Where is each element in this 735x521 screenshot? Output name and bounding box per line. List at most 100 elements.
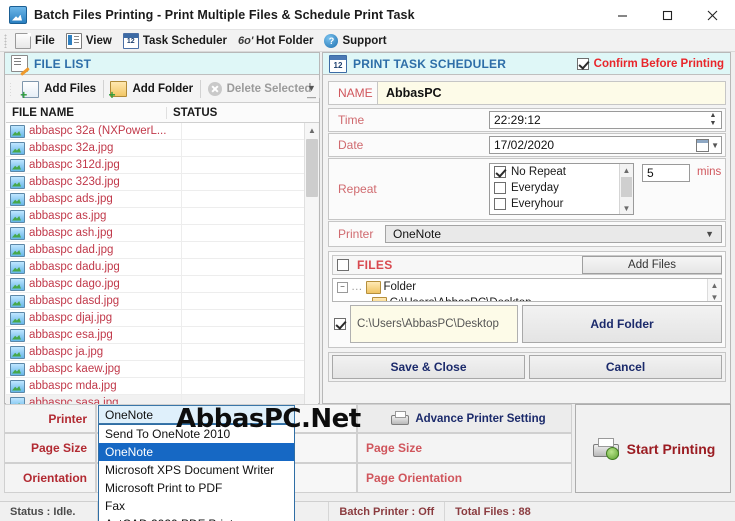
table-row[interactable]: abbaspc 32a.jpg — [6, 139, 305, 157]
table-row[interactable]: abbaspc djaj.jpg — [6, 309, 305, 327]
file-list-toolbar: Add Files Add Folder Delete Selected ▼— — [6, 76, 319, 103]
menu-item-view[interactable]: View — [62, 31, 119, 51]
folder-path-value[interactable]: C:\Users\AbbasPC\Desktop — [350, 305, 518, 343]
files-select-all-checkbox[interactable] — [337, 259, 349, 271]
printer-dropdown-options[interactable]: Send To OneNote 2010 OneNote Microsoft XPS… — [98, 424, 295, 521]
image-file-icon — [10, 124, 25, 138]
toolbar-overflow-icon[interactable]: ▼ — — [306, 84, 317, 102]
table-row[interactable]: abbaspc dadu.jpg — [6, 258, 305, 276]
dropdown-option[interactable]: Fax — [99, 497, 294, 515]
table-row[interactable]: abbaspc mda.jpg — [6, 377, 305, 395]
menu-label-file: File — [35, 34, 55, 47]
table-row[interactable]: abbaspc dago.jpg — [6, 275, 305, 293]
close-button[interactable] — [690, 0, 735, 30]
menu-item-hot-folder[interactable]: 6o' Hot Folder — [234, 32, 321, 50]
calendar-icon: 12 — [329, 54, 347, 73]
repeat-option-everyday[interactable]: Everyday — [490, 180, 633, 196]
time-spinner[interactable]: ▲ ▼ — [706, 112, 720, 128]
column-header-file-name[interactable]: FILE NAME — [6, 107, 166, 119]
file-name-cell: abbaspc dago.jpg — [29, 278, 120, 290]
menu-item-support[interactable]: ? Support — [320, 32, 393, 50]
menu-label-support: Support — [342, 34, 387, 47]
maximize-button[interactable] — [645, 0, 690, 30]
add-folder-button[interactable]: Add Folder — [103, 78, 200, 101]
dropdown-option[interactable]: Microsoft XPS Document Writer — [99, 461, 294, 479]
table-row[interactable]: abbaspc esa.jpg — [6, 326, 305, 344]
image-file-icon — [10, 294, 25, 308]
name-input[interactable]: AbbasPC — [377, 82, 725, 104]
advance-printer-setting-button[interactable]: Advance Printer Setting — [357, 404, 572, 433]
dropdown-option[interactable]: Microsoft Print to PDF — [99, 479, 294, 497]
files-section: FILES Add Files − … Folder ⌙ C:\Users\Ab… — [328, 251, 726, 348]
repeat-row: Repeat No Repeat Everyday Everyhour ▲ ▼ … — [328, 158, 726, 220]
file-name-cell: abbaspc ads.jpg — [29, 193, 113, 205]
file-status-cell — [181, 156, 304, 174]
repeat-option-everyhour[interactable]: Everyhour — [490, 196, 633, 212]
table-row[interactable]: abbaspc dad.jpg — [6, 241, 305, 259]
dropdown-option[interactable]: ActCAD 2020 PDF Printer — [99, 515, 294, 521]
menu-label-hot-folder: Hot Folder — [255, 34, 314, 47]
menu-item-file[interactable]: File — [11, 31, 62, 51]
time-row: Time 22:29:12 ▲ ▼ — [328, 108, 726, 132]
scheduler-printer-label: Printer — [338, 227, 374, 241]
page-size-right-label: Page Size — [357, 433, 572, 463]
repeat-option-no-repeat[interactable]: No Repeat — [490, 164, 633, 180]
table-row[interactable]: abbaspc dasd.jpg — [6, 292, 305, 310]
column-header-status[interactable]: STATUS — [166, 106, 305, 119]
repeat-list-scrollbar[interactable]: ▲ ▼ — [619, 164, 633, 214]
menu-item-task-scheduler[interactable]: 12 Task Scheduler — [119, 31, 234, 51]
scroll-down-icon[interactable]: ▼ — [620, 202, 633, 214]
tree-node-label: C:\Users\AbbasPC\Desktop — [390, 297, 532, 301]
date-input[interactable]: 17/02/2020 ▼ — [489, 136, 722, 154]
table-row[interactable]: abbaspc as.jpg — [6, 207, 305, 225]
table-row[interactable]: abbaspc kaew.jpg — [6, 360, 305, 378]
scroll-up-icon[interactable]: ▲ — [620, 164, 633, 176]
repeat-interval-value: 5 — [647, 166, 654, 180]
scroll-down-icon[interactable]: ▼ — [708, 291, 721, 302]
save-and-close-button[interactable]: Save & Close — [332, 355, 525, 379]
delete-selected-button[interactable]: Delete Selected — [201, 79, 319, 99]
app-icon — [9, 5, 27, 24]
table-row[interactable]: abbaspc 32a (NXPowerL... — [6, 123, 305, 140]
scrollbar-thumb[interactable] — [621, 177, 632, 197]
table-row[interactable]: abbaspc 323d.jpg — [6, 173, 305, 191]
scrollbar-thumb[interactable] — [306, 139, 318, 197]
hotfolder-icon: 6o' — [237, 34, 254, 47]
repeat-options-list[interactable]: No Repeat Everyday Everyhour ▲ ▼ — [489, 163, 634, 215]
add-files-button[interactable]: Add Files — [582, 256, 722, 274]
repeat-interval-input[interactable]: 5 — [642, 164, 690, 182]
dropdown-option[interactable]: OneNote — [99, 443, 294, 461]
scroll-up-icon[interactable]: ▲ — [305, 123, 319, 137]
checkbox-icon — [494, 166, 506, 178]
start-printing-button[interactable]: Start Printing — [575, 404, 731, 493]
spinner-down-icon[interactable]: ▼ — [710, 120, 717, 128]
orientation-label: Orientation — [4, 463, 96, 493]
table-row[interactable]: abbaspc 312d.jpg — [6, 156, 305, 174]
scheduler-printer-row: Printer OneNote ▼ — [328, 221, 726, 247]
table-row[interactable]: abbaspc ja.jpg — [6, 343, 305, 361]
add-files-button[interactable]: Add Files — [15, 78, 103, 101]
scheduler-printer-select[interactable]: OneNote ▼ — [385, 225, 722, 243]
tree-collapse-icon[interactable]: − — [337, 281, 348, 293]
status-text: Status : Idle. — [10, 505, 76, 518]
file-status-cell — [181, 309, 304, 327]
cancel-button[interactable]: Cancel — [529, 355, 722, 379]
window-controls — [600, 0, 735, 30]
scroll-up-icon[interactable]: ▲ — [708, 279, 721, 291]
folder-path-checkbox[interactable] — [334, 318, 346, 330]
table-row[interactable]: abbaspc ads.jpg — [6, 190, 305, 208]
date-picker-button[interactable]: ▼ — [695, 138, 719, 152]
confirm-before-printing-checkbox[interactable]: Confirm Before Printing — [576, 57, 724, 70]
folder-tree-scrollbar[interactable]: ▲ ▼ — [707, 279, 721, 301]
tree-node-path[interactable]: ⌙ C:\Users\AbbasPC\Desktop — [333, 295, 721, 301]
help-icon: ? — [324, 33, 339, 48]
table-row[interactable]: abbaspc ash.jpg — [6, 224, 305, 242]
tree-node-folder[interactable]: − … Folder — [333, 279, 721, 295]
minimize-button[interactable] — [600, 0, 645, 30]
time-input[interactable]: 22:29:12 ▲ ▼ — [489, 111, 722, 129]
chevron-down-icon: ▼ — [711, 140, 719, 150]
add-folder-button[interactable]: Add Folder — [522, 305, 722, 343]
folder-tree[interactable]: − … Folder ⌙ C:\Users\AbbasPC\Desktop ▲ … — [332, 278, 722, 302]
spinner-up-icon[interactable]: ▲ — [710, 112, 717, 120]
file-name-cell: abbaspc 323d.jpg — [29, 176, 120, 188]
